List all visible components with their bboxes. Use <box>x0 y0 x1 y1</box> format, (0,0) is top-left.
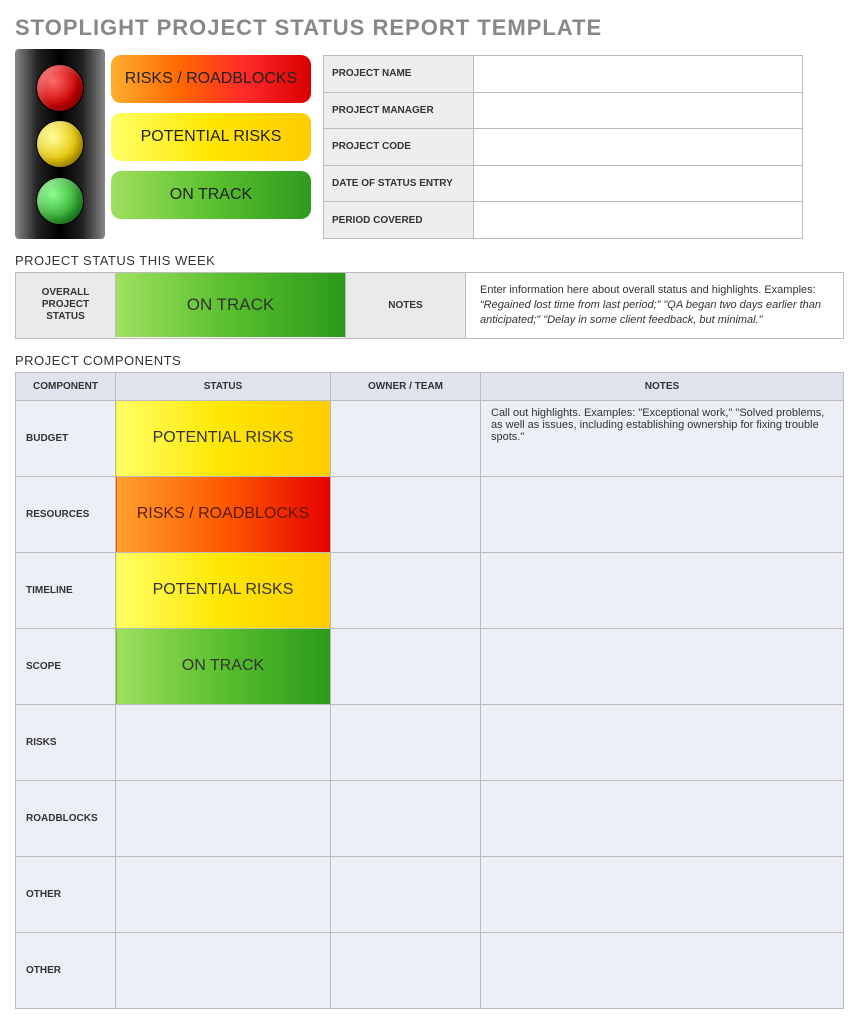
component-status[interactable]: RISKS / ROADBLOCKS <box>116 476 331 552</box>
table-row: OTHER <box>16 856 844 932</box>
period-label: PERIOD COVERED <box>324 202 474 239</box>
page-title: STOPLIGHT PROJECT STATUS REPORT TEMPLATE <box>15 15 844 41</box>
project-code-label: PROJECT CODE <box>324 129 474 166</box>
component-notes[interactable]: Call out highlights. Examples: "Exceptio… <box>481 400 844 476</box>
table-row: BUDGETPOTENTIAL RISKS Call out highlights… <box>16 400 844 476</box>
header-notes: NOTES <box>481 372 844 400</box>
component-owner[interactable] <box>331 552 481 628</box>
table-row: OTHER <box>16 932 844 1008</box>
component-notes[interactable] <box>481 476 844 552</box>
notes-cell[interactable]: Enter information here about overall sta… <box>466 273 844 339</box>
component-notes[interactable] <box>481 932 844 1008</box>
project-code-input[interactable] <box>474 129 803 166</box>
component-owner[interactable] <box>331 628 481 704</box>
overall-status-cell[interactable]: ON TRACK <box>116 273 346 339</box>
project-manager-label: PROJECT MANAGER <box>324 92 474 129</box>
component-status[interactable] <box>116 932 331 1008</box>
component-name: ROADBLOCKS <box>16 780 116 856</box>
overall-label-3: STATUS <box>46 311 85 322</box>
component-status[interactable]: ON TRACK <box>116 628 331 704</box>
legend-red: RISKS / ROADBLOCKS <box>111 55 311 103</box>
component-name: BUDGET <box>16 400 116 476</box>
notes-label: NOTES <box>346 273 466 339</box>
notes-examples: “Regained lost time from last period;” "… <box>480 299 821 326</box>
component-owner[interactable] <box>331 400 481 476</box>
component-notes[interactable] <box>481 628 844 704</box>
component-name: RESOURCES <box>16 476 116 552</box>
overall-status-value: ON TRACK <box>116 273 345 337</box>
component-owner[interactable] <box>331 780 481 856</box>
header-status: STATUS <box>116 372 331 400</box>
component-name: OTHER <box>16 932 116 1008</box>
red-light-icon <box>36 64 84 112</box>
legend-yellow: POTENTIAL RISKS <box>111 113 311 161</box>
yellow-light-icon <box>36 120 84 168</box>
component-name: TIMELINE <box>16 552 116 628</box>
header-owner: OWNER / TEAM <box>331 372 481 400</box>
component-owner[interactable] <box>331 476 481 552</box>
component-notes[interactable] <box>481 552 844 628</box>
period-input[interactable] <box>474 202 803 239</box>
table-row: RESOURCESRISKS / ROADBLOCKS <box>16 476 844 552</box>
header-area: RISKS / ROADBLOCKS POTENTIAL RISKS ON TR… <box>15 49 844 239</box>
table-row: TIMELINEPOTENTIAL RISKS <box>16 552 844 628</box>
component-name: OTHER <box>16 856 116 932</box>
project-meta-table: PROJECT NAME PROJECT MANAGER PROJECT COD… <box>323 55 803 239</box>
status-week-table: OVERALL PROJECT STATUS ON TRACK NOTES En… <box>15 272 844 339</box>
table-row: RISKS <box>16 704 844 780</box>
component-name: SCOPE <box>16 628 116 704</box>
component-name: RISKS <box>16 704 116 780</box>
overall-status-label: OVERALL PROJECT STATUS <box>16 273 116 339</box>
component-status[interactable] <box>116 780 331 856</box>
notes-intro: Enter information here about overall sta… <box>480 284 816 296</box>
project-name-label: PROJECT NAME <box>324 56 474 93</box>
overall-label-2: PROJECT <box>42 299 89 310</box>
table-row: SCOPEON TRACK <box>16 628 844 704</box>
overall-label-1: OVERALL <box>42 287 90 298</box>
component-owner[interactable] <box>331 932 481 1008</box>
legend-block: RISKS / ROADBLOCKS POTENTIAL RISKS ON TR… <box>15 49 311 239</box>
date-label: DATE OF STATUS ENTRY <box>324 165 474 202</box>
status-week-title: PROJECT STATUS THIS WEEK <box>15 253 844 268</box>
component-status[interactable]: POTENTIAL RISKS <box>116 552 331 628</box>
legend-green: ON TRACK <box>111 171 311 219</box>
date-input[interactable] <box>474 165 803 202</box>
component-owner[interactable] <box>331 704 481 780</box>
component-status[interactable]: POTENTIAL RISKS <box>116 400 331 476</box>
legend-pills: RISKS / ROADBLOCKS POTENTIAL RISKS ON TR… <box>111 55 311 219</box>
stoplight-icon <box>15 49 105 239</box>
header-component: COMPONENT <box>16 372 116 400</box>
project-name-input[interactable] <box>474 56 803 93</box>
project-manager-input[interactable] <box>474 92 803 129</box>
component-notes[interactable] <box>481 704 844 780</box>
component-notes[interactable] <box>481 856 844 932</box>
table-row: ROADBLOCKS <box>16 780 844 856</box>
components-table: COMPONENT STATUS OWNER / TEAM NOTES BUDG… <box>15 372 844 1009</box>
component-notes[interactable] <box>481 780 844 856</box>
green-light-icon <box>36 177 84 225</box>
component-status[interactable] <box>116 704 331 780</box>
component-status[interactable] <box>116 856 331 932</box>
component-owner[interactable] <box>331 856 481 932</box>
components-title: PROJECT COMPONENTS <box>15 353 844 368</box>
